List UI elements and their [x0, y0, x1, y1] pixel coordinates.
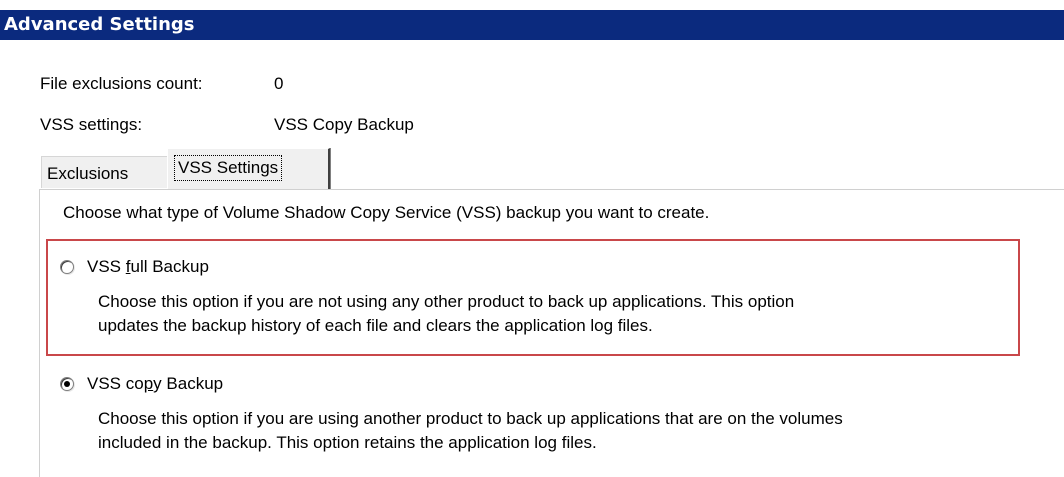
tab-exclusions-label: Exclusions — [47, 164, 129, 183]
file-exclusions-summary: File exclusions count: 0 — [40, 71, 440, 97]
tab-vss-settings-label: VSS Settings — [174, 155, 283, 181]
dialog-title: Advanced Settings — [0, 10, 1064, 40]
tab-vss-settings[interactable]: VSS Settings — [167, 148, 330, 189]
radio-selected-dot — [64, 381, 70, 387]
vss-copy-backup-description: Choose this option if you are using anot… — [98, 407, 843, 455]
file-exclusions-label: File exclusions count: — [40, 74, 203, 93]
vss-full-backup-description-line1: Choose this option if you are not using … — [98, 292, 795, 311]
vss-copy-backup-radio[interactable] — [60, 377, 74, 391]
panel-instructions: Choose what type of Volume Shadow Copy S… — [63, 203, 710, 222]
vss-full-backup-description: Choose this option if you are not using … — [98, 290, 794, 338]
vss-full-backup-description-line2: updates the backup history of each file … — [98, 316, 653, 335]
tab-exclusions[interactable]: Exclusions — [40, 155, 168, 188]
vss-settings-value: VSS Copy Backup — [274, 115, 414, 134]
vss-full-backup-label[interactable]: VSS full Backup — [87, 254, 209, 280]
vss-copy-backup-description-line2: included in the backup. This option reta… — [98, 433, 597, 452]
vss-copy-backup-label[interactable]: VSS copy Backup — [87, 371, 223, 397]
file-exclusions-count: 0 — [274, 74, 284, 93]
vss-settings-label: VSS settings: — [40, 115, 143, 134]
vss-settings-summary: VSS settings: VSS Copy Backup — [40, 112, 540, 138]
vss-full-backup-radio[interactable] — [60, 260, 74, 274]
vss-copy-backup-description-line1: Choose this option if you are using anot… — [98, 409, 843, 428]
advanced-settings-dialog: Advanced Settings File exclusions count:… — [0, 0, 1064, 477]
